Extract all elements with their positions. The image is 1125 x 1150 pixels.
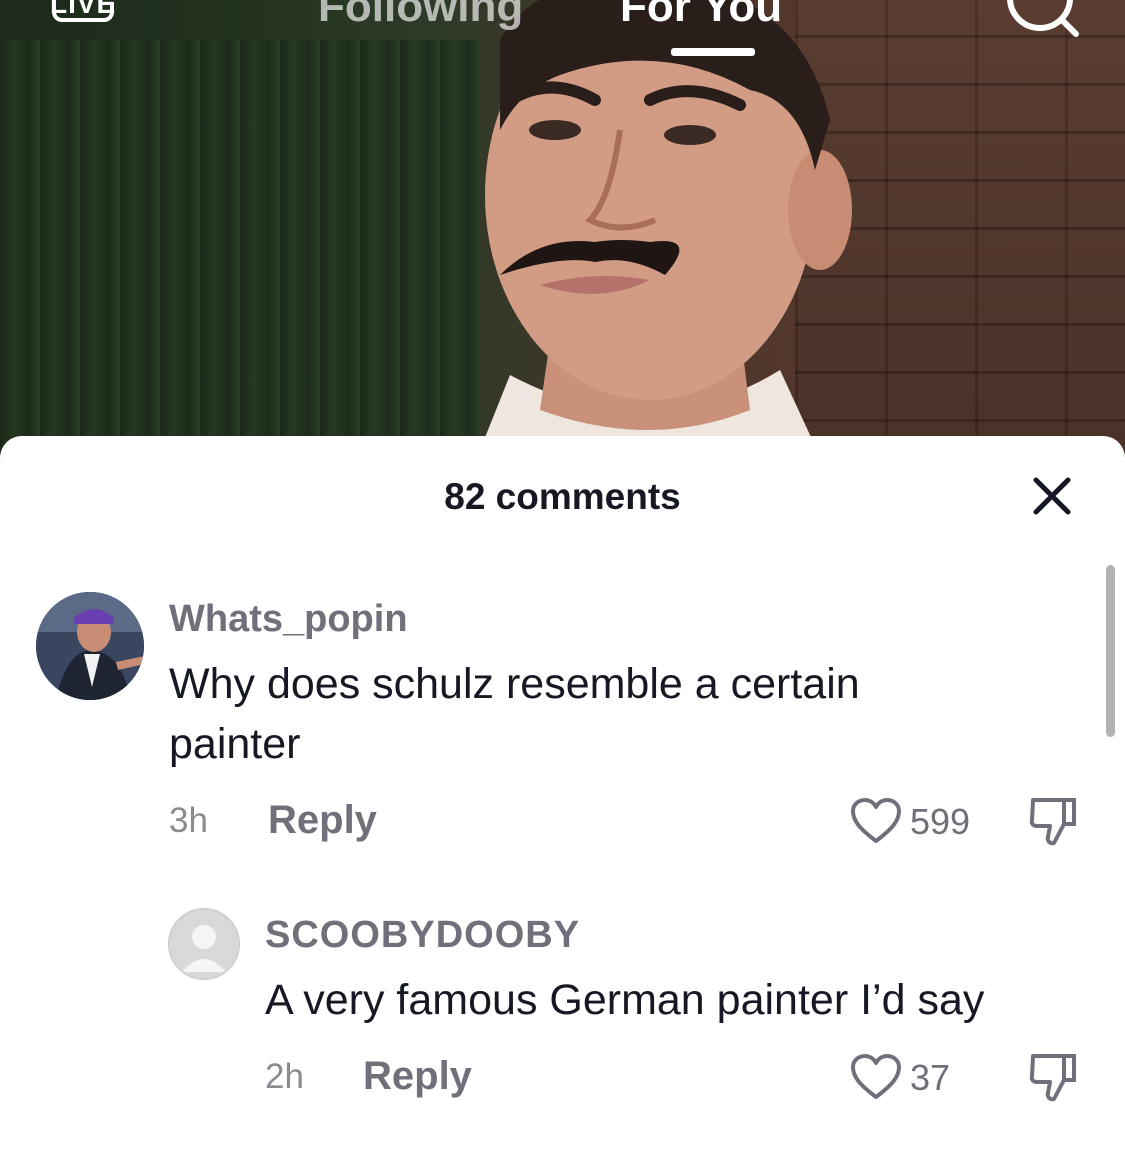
comment-username[interactable]: Whats_popin [169, 598, 408, 641]
live-tv-icon [52, 2, 114, 22]
search-icon[interactable] [1000, 0, 1080, 40]
video-person [472, 0, 852, 470]
reply-button[interactable]: Reply [363, 1054, 472, 1099]
comment-timestamp: 3h [169, 801, 208, 840]
heart-icon [851, 798, 901, 843]
user-avatar-image [36, 592, 144, 700]
active-tab-indicator [671, 48, 755, 56]
avatar[interactable] [168, 908, 240, 980]
reply-button[interactable]: Reply [268, 798, 377, 843]
like-count: 599 [910, 801, 971, 842]
tab-following[interactable]: Following [318, 0, 523, 32]
comment-text: Why does schulz resemble a certain paint… [169, 660, 860, 768]
comment-username[interactable]: SCOOBYDOOBY [265, 914, 580, 957]
comment-text: A very famous German painter I’d say [265, 976, 985, 1024]
thumbs-down-icon[interactable] [1028, 796, 1078, 848]
tab-for-you[interactable]: For You [620, 0, 782, 32]
background-curtain [0, 40, 480, 470]
avatar[interactable] [36, 592, 144, 700]
default-avatar-icon [170, 910, 238, 978]
video-player[interactable] [0, 0, 1125, 470]
comment-timestamp: 2h [265, 1057, 304, 1096]
close-icon[interactable] [1028, 472, 1076, 520]
heart-icon [851, 1054, 901, 1099]
top-navigation: LIVE Following For You [0, 0, 1125, 70]
comments-scrollbar[interactable] [1106, 565, 1115, 737]
live-button[interactable]: LIVE [50, 0, 116, 36]
thumbs-down-icon[interactable] [1028, 1052, 1078, 1104]
comments-sheet [0, 436, 1125, 1150]
like-count: 37 [910, 1057, 951, 1098]
comments-count-title: 82 comments [444, 476, 681, 517]
